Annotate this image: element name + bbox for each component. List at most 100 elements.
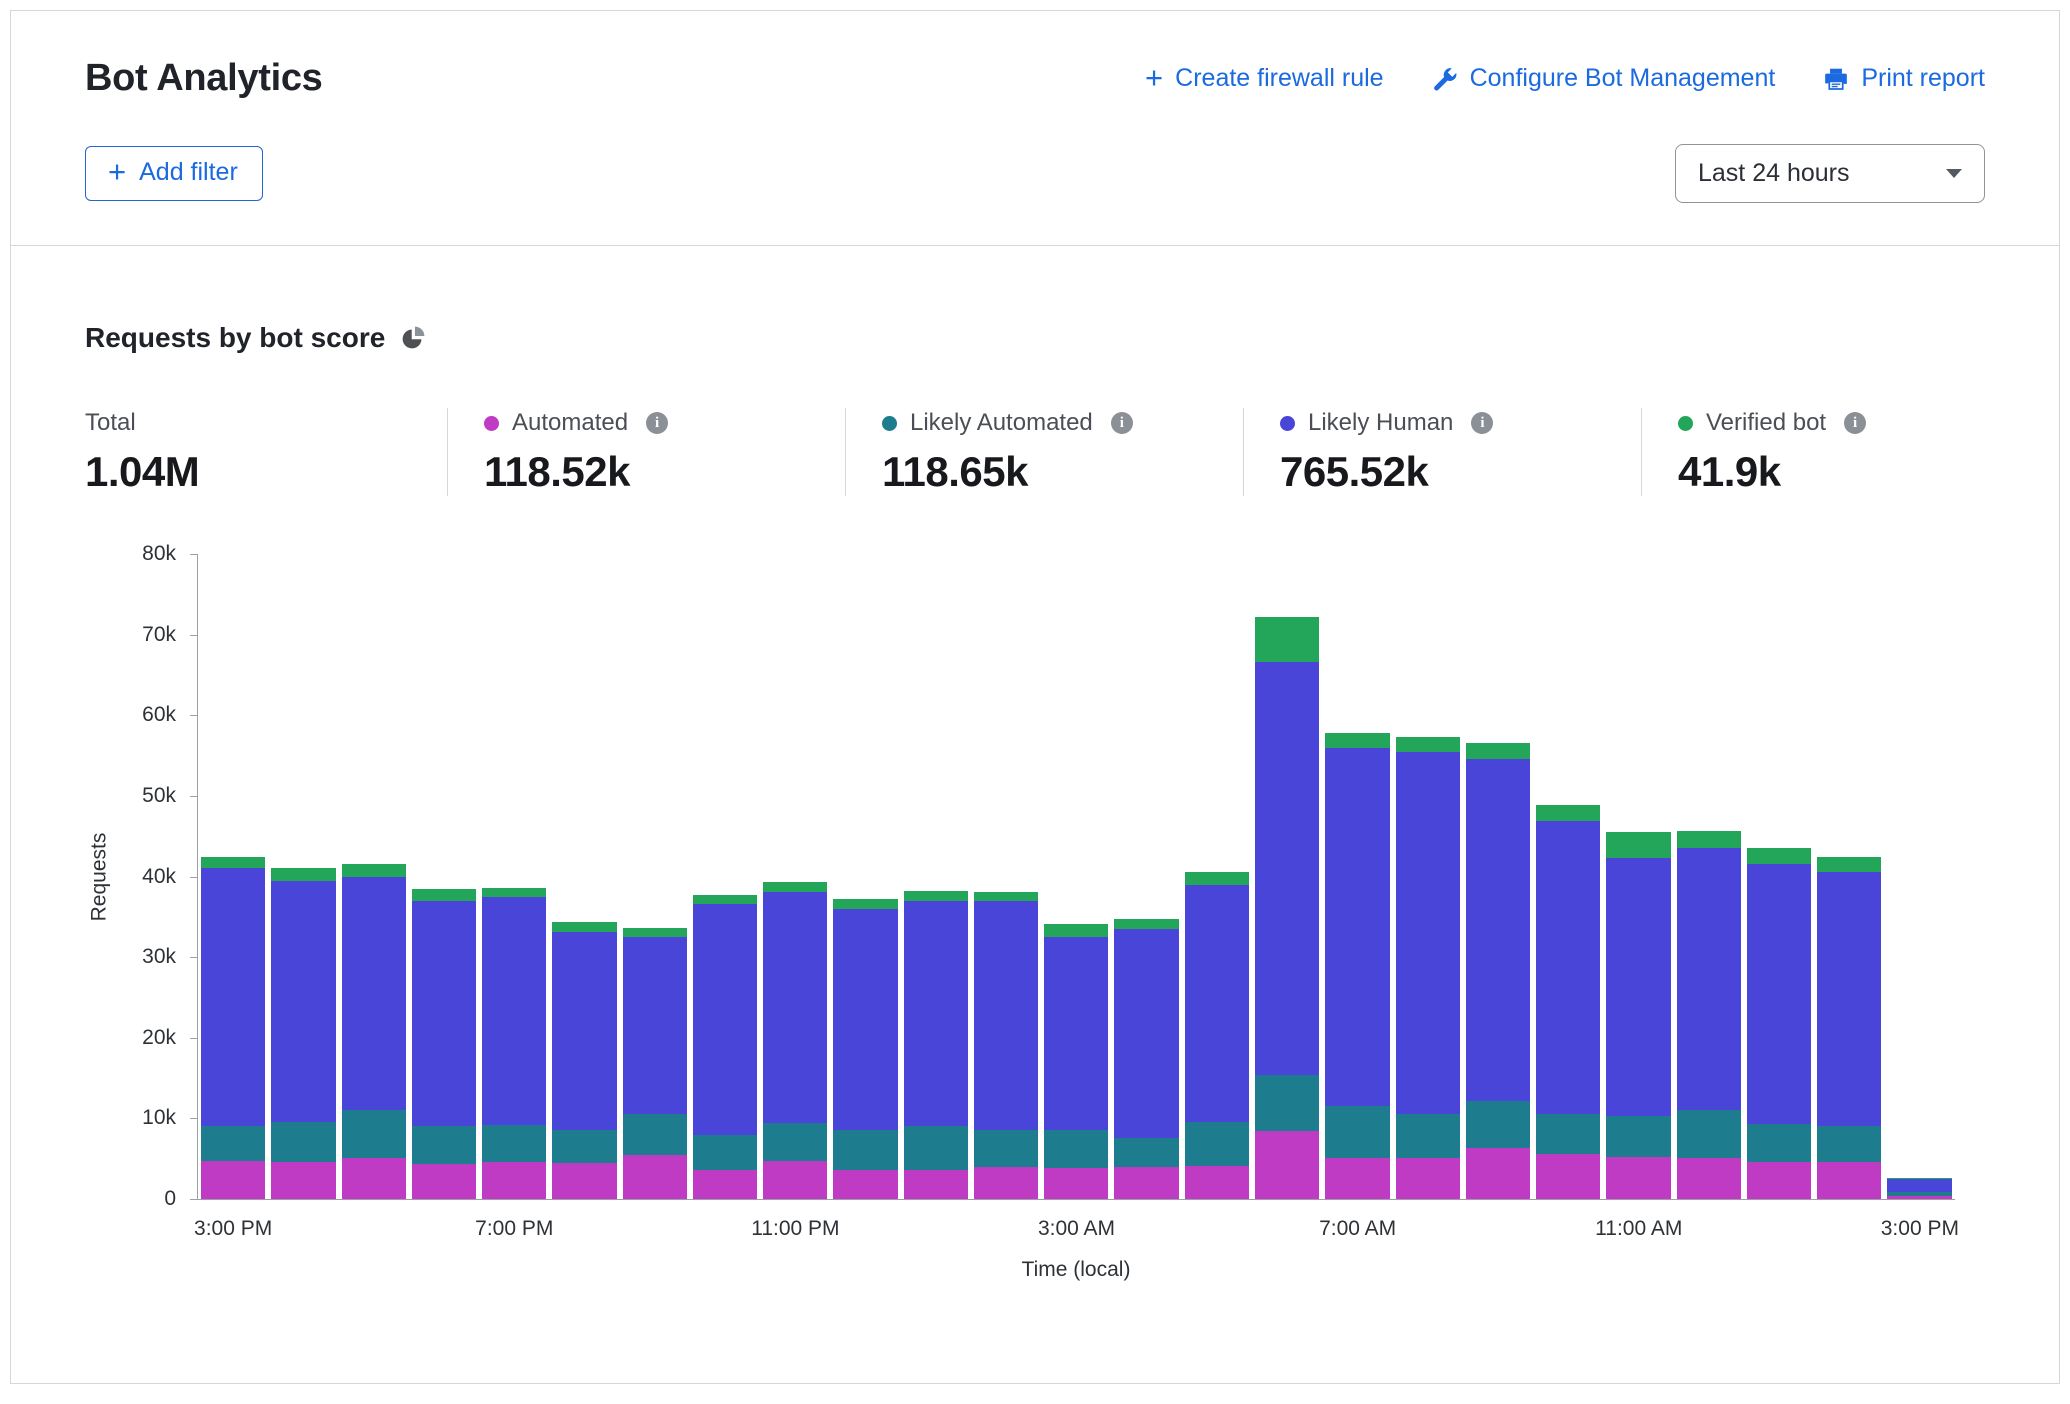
bar[interactable]	[690, 554, 760, 1199]
bar[interactable]	[1393, 554, 1463, 1199]
bot-analytics-panel: Bot Analytics + Create firewall rule Con…	[10, 10, 2060, 1384]
pie-chart-icon	[400, 325, 426, 351]
bar-segment-verified-bot	[833, 899, 897, 909]
bar-segment-automated	[1606, 1157, 1670, 1199]
bar-segment-verified-bot	[1466, 743, 1530, 759]
bar-segment-likely-human	[1114, 929, 1178, 1138]
bar[interactable]	[1463, 554, 1533, 1199]
bar-segment-automated	[1114, 1167, 1178, 1199]
bar[interactable]	[1603, 554, 1673, 1199]
bar[interactable]	[830, 554, 900, 1199]
bar-segment-likely-human	[1044, 937, 1108, 1130]
bar[interactable]	[971, 554, 1041, 1199]
bar-segment-verified-bot	[693, 895, 757, 904]
bar-segment-automated	[1887, 1196, 1951, 1199]
bar-segment-verified-bot	[1396, 737, 1460, 752]
bar-segment-automated	[412, 1164, 476, 1199]
print-report-link[interactable]: Print report	[1823, 64, 1985, 93]
bar-segment-automated	[1677, 1158, 1741, 1199]
x-axis-title: Time (local)	[197, 1258, 1955, 1282]
bar-segment-automated	[1185, 1166, 1249, 1199]
bar-segment-automated	[271, 1162, 335, 1199]
bar-segment-likely-human	[1747, 864, 1811, 1124]
bar-segment-likely-human	[1817, 872, 1881, 1126]
stat-total-label: Total	[85, 409, 136, 437]
bar-segment-likely-automated	[412, 1126, 476, 1164]
bar[interactable]	[549, 554, 619, 1199]
bar[interactable]	[1322, 554, 1392, 1199]
bar[interactable]	[620, 554, 690, 1199]
y-tick-mark	[190, 957, 198, 958]
stat-verified-bot: Verified bot i 41.9k	[1641, 408, 1906, 496]
bar-segment-likely-automated	[1114, 1138, 1178, 1167]
create-firewall-rule-link[interactable]: + Create firewall rule	[1145, 64, 1384, 93]
bar-segment-likely-automated	[1747, 1124, 1811, 1162]
bar[interactable]	[1814, 554, 1884, 1199]
y-tick-mark	[190, 1199, 198, 1200]
info-icon[interactable]: i	[1844, 412, 1866, 434]
bar[interactable]	[339, 554, 409, 1199]
y-tick-mark	[190, 715, 198, 716]
bar-segment-automated	[1044, 1168, 1108, 1199]
bar-segment-verified-bot	[763, 882, 827, 892]
verified-bot-legend-dot	[1678, 416, 1693, 431]
header-actions: + Create firewall rule Configure Bot Man…	[1145, 64, 1985, 93]
bar[interactable]	[1674, 554, 1744, 1199]
bar-segment-likely-automated	[1817, 1126, 1881, 1161]
stats-row: Total 1.04M Automated i 118.52k Likely A…	[85, 408, 1985, 496]
y-tick-mark	[190, 1038, 198, 1039]
bar-segment-verified-bot	[974, 892, 1038, 901]
add-filter-button[interactable]: + Add filter	[85, 146, 263, 201]
bar[interactable]	[1182, 554, 1252, 1199]
bar-segment-likely-human	[1325, 748, 1389, 1107]
bar[interactable]	[1744, 554, 1814, 1199]
plus-icon: +	[1145, 62, 1163, 93]
bar[interactable]	[198, 554, 268, 1199]
bar-segment-likely-automated	[1606, 1116, 1670, 1157]
bar-segment-likely-human	[1396, 752, 1460, 1115]
bar-segment-likely-human	[482, 897, 546, 1124]
bar-segment-verified-bot	[1677, 831, 1741, 849]
x-tick-label: 7:00 PM	[475, 1217, 553, 1241]
bar-segment-likely-automated	[974, 1130, 1038, 1167]
bar-segment-likely-human	[201, 868, 265, 1125]
bar-segment-verified-bot	[1747, 848, 1811, 863]
bar[interactable]	[409, 554, 479, 1199]
time-range-select[interactable]: Last 24 hours	[1675, 144, 1985, 203]
stat-total-value: 1.04M	[85, 448, 447, 496]
bar[interactable]	[479, 554, 549, 1199]
bar-segment-verified-bot	[342, 864, 406, 877]
bar-segment-automated	[552, 1163, 616, 1199]
bar-segment-likely-human	[833, 909, 897, 1131]
info-icon[interactable]: i	[1471, 412, 1493, 434]
bar-segment-likely-human	[1606, 858, 1670, 1116]
bar[interactable]	[1884, 554, 1954, 1199]
bar-segment-verified-bot	[412, 889, 476, 901]
bar-segment-automated	[201, 1161, 265, 1199]
bar-segment-likely-automated	[1536, 1114, 1600, 1154]
x-ticks: 3:00 PM7:00 PM11:00 PM3:00 AM7:00 AM11:0…	[198, 1217, 1955, 1245]
stat-total: Total 1.04M	[85, 408, 447, 496]
bar[interactable]	[1041, 554, 1111, 1199]
y-tick-label: 40k	[142, 865, 176, 889]
stat-verified-bot-value: 41.9k	[1678, 448, 1866, 496]
requests-by-bot-score-section: Requests by bot score Total 1.04M Automa…	[11, 322, 2059, 1322]
section-title: Requests by bot score	[85, 322, 385, 354]
bar-segment-verified-bot	[271, 868, 335, 881]
y-tick-label: 10k	[142, 1106, 176, 1130]
y-tick-mark	[190, 554, 198, 555]
bar-segment-likely-automated	[1255, 1075, 1319, 1131]
likely-automated-legend-dot	[882, 416, 897, 431]
bar-segment-likely-automated	[1185, 1122, 1249, 1166]
x-tick-label: 11:00 PM	[751, 1217, 839, 1241]
bar[interactable]	[1252, 554, 1322, 1199]
bar[interactable]	[268, 554, 338, 1199]
y-axis-title: Requests	[79, 554, 119, 1200]
info-icon[interactable]: i	[1111, 412, 1133, 434]
configure-bot-management-link[interactable]: Configure Bot Management	[1432, 64, 1776, 93]
bar[interactable]	[760, 554, 830, 1199]
bar[interactable]	[1533, 554, 1603, 1199]
bar[interactable]	[1111, 554, 1181, 1199]
bar[interactable]	[901, 554, 971, 1199]
info-icon[interactable]: i	[646, 412, 668, 434]
